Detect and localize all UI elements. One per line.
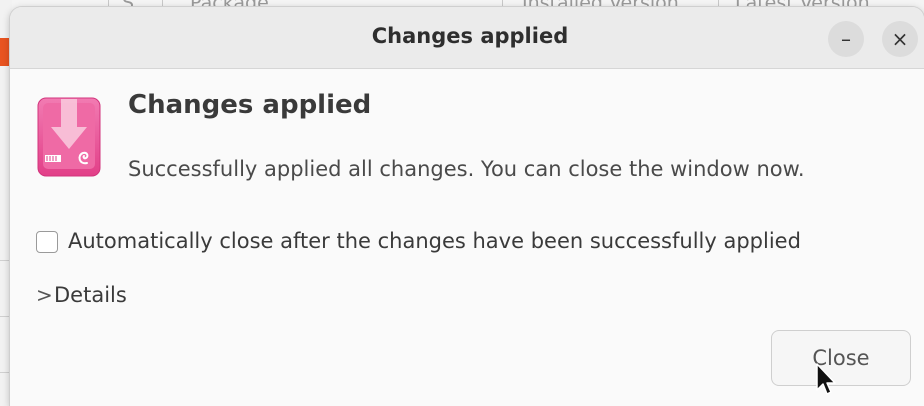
- close-button[interactable]: Close: [771, 330, 911, 386]
- dialog-title: Changes applied: [371, 24, 569, 48]
- details-label: Details: [54, 283, 127, 307]
- chevron-right-icon: >: [36, 283, 53, 307]
- minimize-icon: –: [841, 27, 851, 51]
- dialog-titlebar[interactable]: Changes applied – ×: [10, 7, 924, 69]
- details-expander[interactable]: >Details: [36, 283, 127, 307]
- dialog-message: Successfully applied all changes. You ca…: [128, 157, 805, 181]
- dialog-heading: Changes applied: [128, 90, 372, 120]
- changes-applied-dialog: Changes applied – × Changes applied Succ…: [10, 7, 924, 406]
- auto-close-label[interactable]: Automatically close after the changes ha…: [68, 229, 801, 253]
- auto-close-checkbox[interactable]: [36, 231, 58, 253]
- minimize-button[interactable]: –: [828, 21, 864, 57]
- close-window-button[interactable]: ×: [882, 21, 918, 57]
- mouse-cursor-icon: [815, 362, 839, 398]
- close-icon: ×: [891, 27, 909, 51]
- package-install-icon: [37, 97, 101, 177]
